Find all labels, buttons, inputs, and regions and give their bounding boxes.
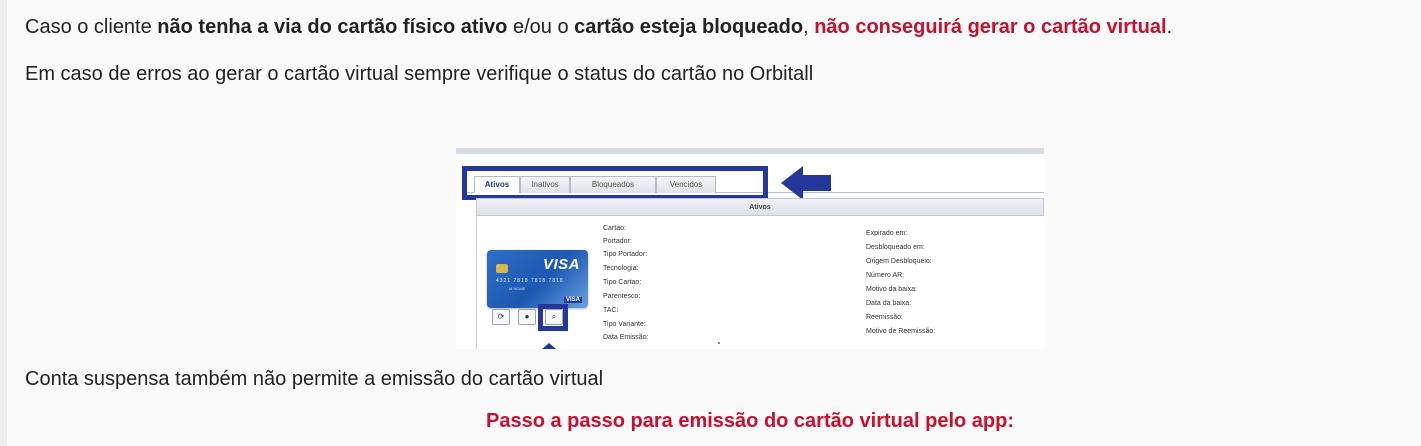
label-tipo-variante: Tipo Variante: bbox=[603, 321, 646, 328]
block-button[interactable]: ● bbox=[518, 309, 536, 325]
label-tac: TAC: bbox=[603, 307, 619, 314]
label-expirado-em: Expirado em: bbox=[866, 230, 908, 237]
divider-dot bbox=[718, 342, 720, 344]
screenshot-topbar bbox=[456, 148, 1044, 154]
left-border bbox=[0, 0, 7, 446]
label-tecnologia: Tecnologia: bbox=[603, 265, 639, 272]
orbitall-screenshot: Ativos Inativos Bloqueados Vencidos Ativ… bbox=[456, 148, 1044, 349]
label-portador: Portador: bbox=[603, 238, 632, 245]
refresh-button[interactable]: ⟳ bbox=[492, 309, 510, 325]
tabs-highlight-box bbox=[462, 166, 768, 200]
bold-physical-card: não tenha a via do cartão físico ativo bbox=[157, 16, 508, 38]
bold-card-blocked: cartão esteja bloqueado bbox=[574, 16, 804, 38]
label-tipo-cartao: Tipo Cartao: bbox=[603, 279, 642, 286]
paragraph-errors: Em caso de erros ao gerar o cartão virtu… bbox=[25, 63, 814, 85]
section-title-step-by-step: Passo a passo para emissão do cartão vir… bbox=[486, 410, 1014, 432]
visa-small-logo: VISA bbox=[563, 297, 582, 303]
search-button-highlight bbox=[538, 304, 568, 331]
paragraph-suspended-account: Conta suspensa também não permite a emis… bbox=[25, 368, 604, 390]
label-data-baixa: Data da baixa: bbox=[866, 300, 912, 307]
card-chip-icon bbox=[496, 264, 508, 273]
left-arrow-icon bbox=[781, 166, 831, 200]
label-tipo-portador: Tipo Portador: bbox=[603, 251, 648, 258]
section-header-ativos: Ativos bbox=[476, 198, 1044, 216]
label-cartao: Cartao: bbox=[603, 225, 626, 232]
label-data-emissao: Data Emissão: bbox=[603, 334, 649, 341]
card-number: 4321 7818 7818 7818 bbox=[496, 278, 564, 284]
visa-card-image: VISA 4321 7818 7818 7818 M NOME VISA bbox=[487, 250, 588, 308]
label-reemissao: Reemissão: bbox=[866, 314, 903, 321]
label-motivo-baixa: Motivo da baixa: bbox=[866, 286, 917, 293]
warning-text: não conseguirá gerar o cartão virtual bbox=[814, 16, 1167, 38]
visa-logo: VISA bbox=[542, 256, 580, 273]
label-origem-desbloqueio: Origem Desbloqueio: bbox=[866, 258, 932, 265]
card-holder: M NOME bbox=[509, 286, 526, 291]
label-motivo-reemissao: Motivo de Reemissão: bbox=[866, 328, 936, 335]
label-parentesco: Parentesco: bbox=[603, 293, 641, 300]
up-arrow-icon bbox=[542, 343, 556, 349]
paragraph-card-requirements: Caso o cliente não tenha a via do cartão… bbox=[25, 16, 1173, 38]
label-desbloqueado-em: Desbloqueado em: bbox=[866, 244, 925, 251]
label-numero-ar: Número AR: bbox=[866, 272, 905, 279]
